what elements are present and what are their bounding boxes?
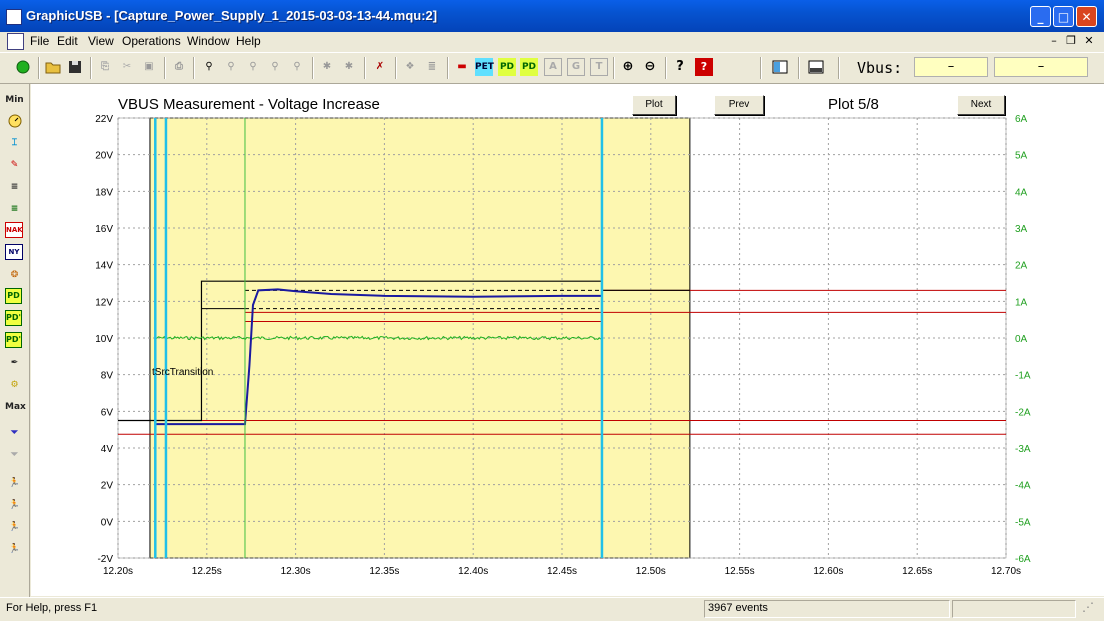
g-button[interactable]: G (567, 58, 585, 76)
toolbar-separator (798, 57, 800, 79)
walk2-icon[interactable]: 🏃 (5, 496, 24, 514)
toolbar-separator (395, 57, 397, 79)
power-icon[interactable]: ▬ (453, 58, 471, 76)
title-bar: GraphicUSB - [Capture_Power_Supply_1_201… (0, 0, 1104, 32)
minimize-button[interactable]: _ (1030, 6, 1051, 27)
export-icon[interactable]: ❖ (401, 58, 419, 76)
mdi-minimize-button[interactable]: – (1047, 34, 1061, 48)
gauge-icon[interactable] (5, 113, 24, 131)
walk4-icon[interactable]: 🏃 (5, 540, 24, 558)
nak-button[interactable]: NAK (5, 222, 23, 238)
pd-button-left[interactable]: PD (5, 288, 22, 304)
run-icon[interactable] (14, 58, 32, 76)
find-next-icon[interactable]: ⚲ (244, 58, 262, 76)
toolbar-separator (193, 57, 195, 79)
app-icon[interactable] (6, 9, 22, 25)
find-all-icon[interactable]: ⚲ (266, 58, 284, 76)
mdi-restore-button[interactable]: ❐ (1064, 34, 1078, 48)
list2-icon[interactable]: ≡ (5, 200, 24, 218)
split-view-icon[interactable] (771, 58, 789, 76)
toolbar-separator (38, 57, 40, 79)
toolbar-separator (760, 57, 762, 79)
list-icon[interactable]: ≡ (5, 178, 24, 196)
vbus-voltage-field: – (914, 57, 988, 77)
walk-icon[interactable]: 🏃 (5, 474, 24, 492)
capture-icon[interactable]: ⌶ (5, 134, 24, 152)
filter-off-icon[interactable]: ✱ (340, 58, 358, 76)
status-events: 3967 events (708, 602, 768, 614)
prev-button[interactable]: Prev (714, 95, 764, 115)
walk3-icon[interactable]: 🏃 (5, 518, 24, 536)
plot-window: Plot Prev Next (31, 84, 1104, 596)
vbus-label: Vbus: (857, 59, 903, 77)
find-icon[interactable]: ⚲ (200, 58, 218, 76)
help-icon[interactable]: ? (671, 58, 689, 76)
paste-icon[interactable]: ▣ (140, 58, 158, 76)
cut-icon[interactable]: ✂ (118, 58, 136, 76)
filter-off-icon[interactable]: ⏷ (5, 446, 24, 464)
print-icon[interactable]: ⎙ (170, 58, 188, 76)
toolbar-separator (364, 57, 366, 79)
report-icon[interactable]: ≣ (423, 58, 441, 76)
context-help-icon[interactable]: ? (695, 58, 713, 76)
copy-icon[interactable]: ⎘ (96, 58, 114, 76)
pet-button[interactable]: PET (475, 58, 494, 76)
find-prev-icon[interactable]: ⚲ (222, 58, 240, 76)
power-icon[interactable]: ⚙ (5, 376, 24, 394)
next-button[interactable]: Next (957, 95, 1005, 115)
a-button[interactable]: A (544, 58, 562, 76)
toolbar-separator (613, 57, 615, 79)
resize-grip[interactable]: ⋰ (1082, 600, 1094, 614)
status-pane-extra (952, 600, 1076, 618)
t-button[interactable]: T (590, 58, 608, 76)
left-toolbar: Min ⌶ ✎ ≡ ≡ NAK NY ❂ PD PD' PD" ✒ ⚙ Max … (0, 84, 30, 597)
menu-view[interactable]: View (88, 34, 114, 48)
menu-window[interactable]: Window (187, 34, 230, 48)
plot-button[interactable]: Plot (632, 95, 676, 115)
menu-edit[interactable]: Edit (57, 34, 78, 48)
bottom-view-icon[interactable] (807, 58, 825, 76)
pd-cob-button[interactable]: PD (520, 58, 538, 76)
toolbar-separator (665, 57, 667, 79)
pen-icon[interactable]: ✒ (5, 354, 24, 372)
toolbar-separator (90, 57, 92, 79)
pd-prime-button[interactable]: PD' (5, 310, 22, 326)
menu-file[interactable]: File (30, 34, 49, 48)
filter-icon[interactable]: ⏷ (5, 424, 24, 442)
menu-operations[interactable]: Operations (122, 34, 181, 48)
maximize-button[interactable]: □ (1053, 6, 1074, 27)
status-bar: For Help, press F1 3967 events ⋰ (0, 597, 1104, 621)
min-button[interactable]: Min (5, 91, 24, 109)
toolbar-separator (312, 57, 314, 79)
status-help-text: For Help, press F1 (6, 602, 98, 614)
settings-icon[interactable]: ❂ (5, 266, 24, 284)
max-button[interactable]: Max (5, 398, 26, 416)
tag-icon[interactable]: ✎ (5, 156, 24, 174)
zoom-in-icon[interactable]: ⊕ (619, 58, 637, 76)
pd-button[interactable]: PD (498, 58, 516, 76)
toolbar-separator (164, 57, 166, 79)
save-icon[interactable] (66, 58, 84, 76)
vbus-current-field: – (994, 57, 1088, 77)
find-more-icon[interactable]: ⚲ (288, 58, 306, 76)
window-title: GraphicUSB - [Capture_Power_Supply_1_201… (26, 8, 438, 23)
menu-help[interactable]: Help (236, 34, 261, 48)
open-icon[interactable] (44, 58, 62, 76)
mdi-close-button[interactable]: ✕ (1082, 34, 1096, 48)
menu-bar: File Edit View Operations Window Help – … (0, 32, 1104, 51)
trigger-icon[interactable]: ✗ (371, 58, 389, 76)
toolbar-separator (447, 57, 449, 79)
zoom-out-icon[interactable]: ⊖ (641, 58, 659, 76)
filter-icon[interactable]: ✱ (318, 58, 336, 76)
document-icon[interactable] (7, 33, 24, 50)
close-button[interactable]: ✕ (1076, 6, 1097, 27)
toolbar-separator (838, 57, 840, 79)
ny-button[interactable]: NY (5, 244, 23, 260)
pd-double-prime-button[interactable]: PD" (5, 332, 23, 348)
